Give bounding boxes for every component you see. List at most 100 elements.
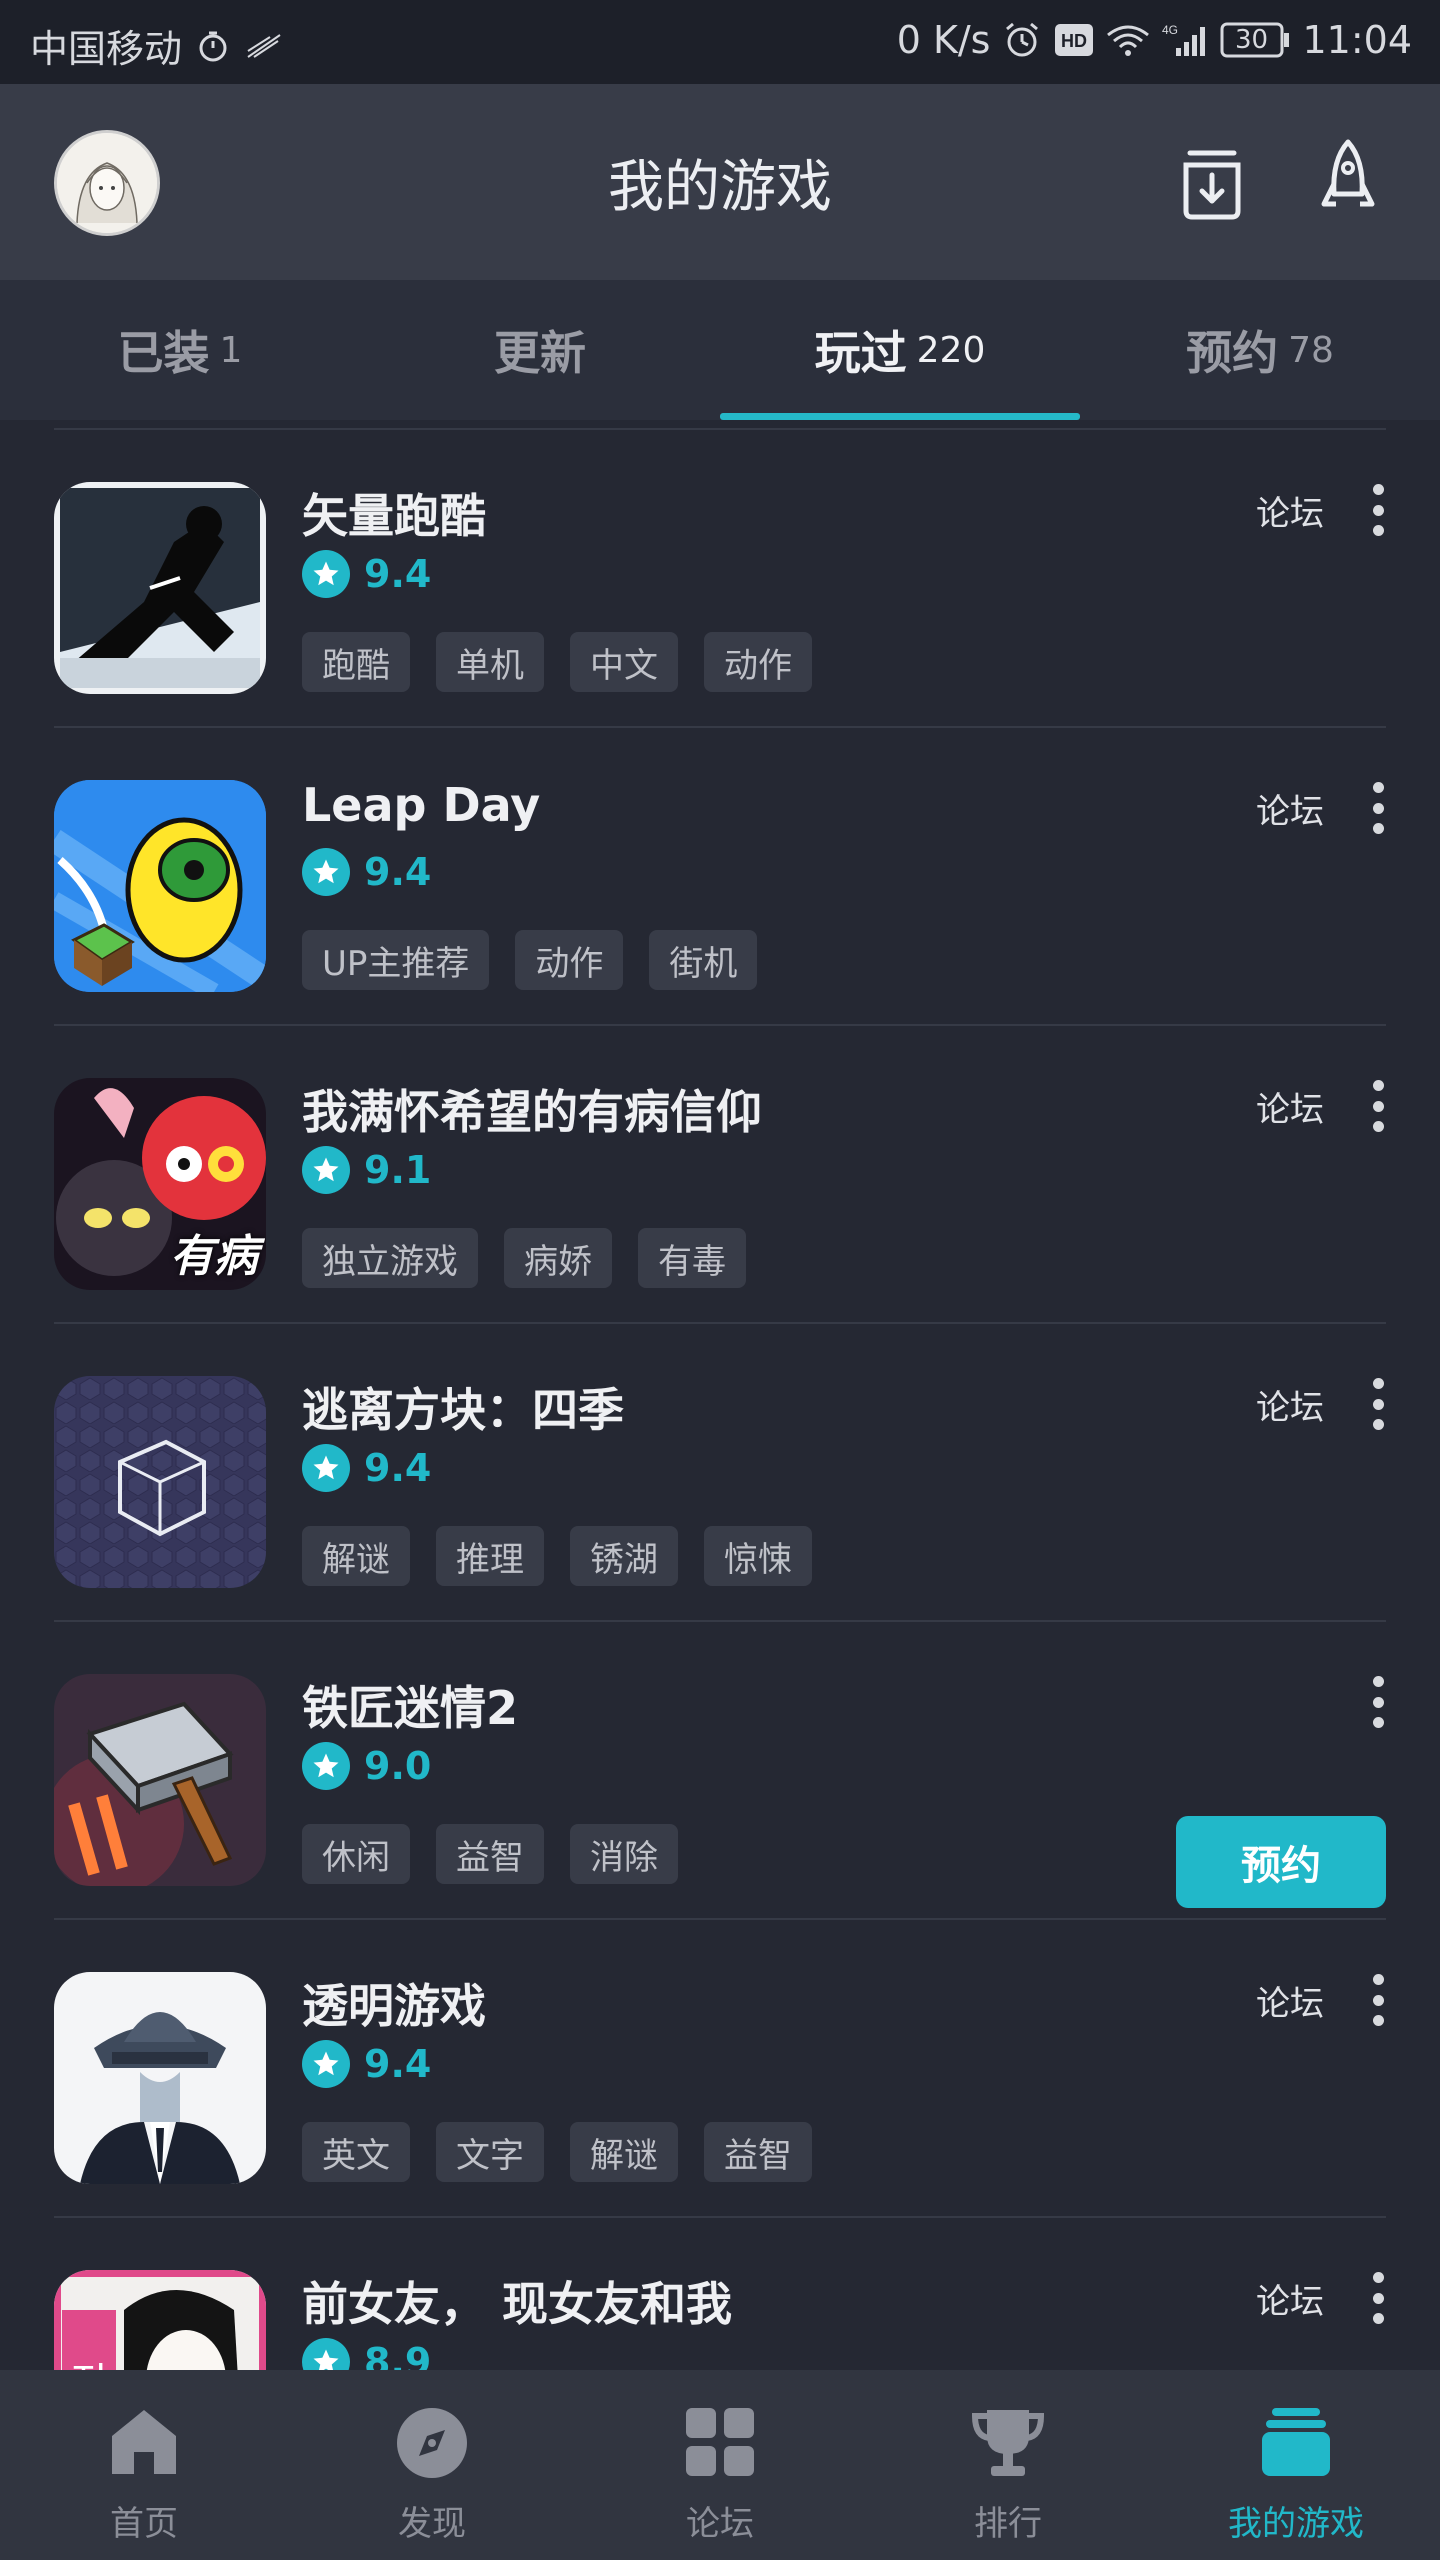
hd-icon: HD bbox=[1054, 20, 1094, 60]
forum-link[interactable]: 论坛 bbox=[1256, 1380, 1324, 1429]
game-tag[interactable]: 动作 bbox=[704, 632, 812, 692]
game-tag[interactable]: 动作 bbox=[515, 930, 624, 990]
tag-list: 跑酷 单机 中文 动作 bbox=[302, 632, 812, 692]
game-tag[interactable]: 惊悚 bbox=[704, 1526, 812, 1586]
nav-label: 我的游戏 bbox=[1228, 2504, 1364, 2544]
game-rating: 9.4 bbox=[302, 2040, 431, 2088]
tag-list: 英文 文字 解谜 益智 bbox=[302, 2122, 812, 2182]
game-tag[interactable]: 解谜 bbox=[302, 1526, 410, 1586]
game-tag[interactable]: 推理 bbox=[436, 1526, 544, 1586]
game-icon[interactable] bbox=[54, 1972, 266, 2184]
meteor-icon bbox=[244, 26, 284, 66]
game-tag[interactable]: 消除 bbox=[570, 1824, 678, 1884]
tab-reserved[interactable]: 预约 78 bbox=[1080, 280, 1440, 420]
download-manager-button[interactable] bbox=[1170, 136, 1254, 226]
game-tag[interactable]: 益智 bbox=[436, 1824, 544, 1884]
tab-played[interactable]: 玩过 220 bbox=[720, 280, 1080, 420]
tab-label: 预约 bbox=[1186, 326, 1279, 380]
tab-updates[interactable]: 更新 bbox=[360, 280, 720, 420]
tag-list: 解谜 推理 锈湖 惊悚 bbox=[302, 1526, 812, 1586]
divider bbox=[54, 428, 1386, 430]
game-icon[interactable] bbox=[54, 1674, 266, 1886]
nav-ranking[interactable]: 排行 bbox=[864, 2370, 1152, 2560]
game-tag[interactable]: 独立游戏 bbox=[302, 1228, 478, 1288]
game-icon[interactable] bbox=[54, 482, 266, 694]
game-rating: 9.4 bbox=[302, 550, 431, 598]
game-tag[interactable]: 中文 bbox=[570, 632, 678, 692]
game-list-item[interactable]: 逃离方块：四季 9.4 解谜 推理 锈湖 惊悚 论坛 bbox=[0, 1322, 1440, 1620]
more-options-icon[interactable] bbox=[1366, 2272, 1390, 2324]
nav-label: 首页 bbox=[110, 2504, 178, 2544]
rating-value: 9.4 bbox=[364, 552, 432, 596]
tab-bar: 已装 1 更新 玩过 220 预约 78 bbox=[0, 280, 1440, 420]
star-icon bbox=[302, 848, 350, 896]
more-options-icon[interactable] bbox=[1366, 782, 1390, 834]
game-tag[interactable]: 街机 bbox=[649, 930, 758, 990]
game-rating: 9.0 bbox=[302, 1742, 431, 1790]
app-header: 我的游戏 bbox=[0, 84, 1440, 280]
game-list: 矢量跑酷 9.4 跑酷 单机 中文 动作 论坛 Leap Day 9.4 UP主… bbox=[0, 420, 1440, 2370]
game-name: 矢量跑酷 bbox=[302, 489, 486, 543]
game-tag[interactable]: 解谜 bbox=[570, 2122, 678, 2182]
signal-icon: 4G bbox=[1162, 20, 1208, 60]
svg-text:4G: 4G bbox=[1162, 23, 1178, 37]
tab-count: 220 bbox=[916, 329, 986, 371]
forum-link[interactable]: 论坛 bbox=[1256, 1082, 1324, 1131]
game-tag[interactable]: UP主推荐 bbox=[302, 930, 490, 990]
game-tag[interactable]: 跑酷 bbox=[302, 632, 410, 692]
game-icon[interactable]: 有病 bbox=[54, 1078, 266, 1290]
net-speed-label: 0 K/s bbox=[896, 18, 991, 62]
more-options-icon[interactable] bbox=[1366, 1676, 1390, 1728]
game-list-item[interactable]: 有病 我满怀希望的有病信仰 9.1 独立游戏 病娇 有毒 论坛 bbox=[0, 1024, 1440, 1322]
nav-home[interactable]: 首页 bbox=[0, 2370, 288, 2560]
game-tag[interactable]: 休闲 bbox=[302, 1824, 410, 1884]
game-name: Leap Day bbox=[302, 778, 541, 832]
divider bbox=[54, 1024, 1386, 1026]
nav-forum[interactable]: 论坛 bbox=[576, 2370, 864, 2560]
tag-list: 休闲 益智 消除 bbox=[302, 1824, 678, 1884]
game-icon[interactable]: 전 bbox=[54, 2270, 266, 2370]
forum-link[interactable]: 论坛 bbox=[1256, 784, 1324, 833]
game-icon[interactable] bbox=[54, 1376, 266, 1588]
game-name: 逃离方块：四季 bbox=[302, 1383, 624, 1437]
game-list-item[interactable]: 铁匠迷情2 9.0 休闲 益智 消除 预约 bbox=[0, 1620, 1440, 1918]
game-list-item[interactable]: Leap Day 9.4 UP主推荐 动作 街机 论坛 bbox=[0, 726, 1440, 1024]
reserve-button[interactable]: 预约 bbox=[1176, 1816, 1386, 1908]
game-tag[interactable]: 病娇 bbox=[504, 1228, 612, 1288]
game-tag[interactable]: 有毒 bbox=[638, 1228, 746, 1288]
more-options-icon[interactable] bbox=[1366, 484, 1390, 536]
carrier-label: 中国移动 bbox=[30, 27, 183, 71]
game-list-item[interactable]: 矢量跑酷 9.4 跑酷 单机 中文 动作 论坛 bbox=[0, 428, 1440, 726]
more-options-icon[interactable] bbox=[1366, 1080, 1390, 1132]
game-list-item[interactable]: 전 前女友， 现女友和我 8.9 论坛 bbox=[0, 2216, 1440, 2370]
star-icon bbox=[302, 1146, 350, 1194]
game-icon[interactable] bbox=[54, 780, 266, 992]
status-bar: 中国移动 0 K/s HD 4G 30 11:04 bbox=[0, 0, 1440, 84]
svg-text:HD: HD bbox=[1061, 31, 1087, 51]
more-options-icon[interactable] bbox=[1366, 1378, 1390, 1430]
rating-value: 9.1 bbox=[364, 1148, 432, 1192]
speed-up-button[interactable] bbox=[1306, 136, 1390, 226]
forum-link[interactable]: 论坛 bbox=[1256, 1976, 1324, 2025]
tab-label: 已装 bbox=[117, 326, 210, 380]
game-tag[interactable]: 英文 bbox=[302, 2122, 410, 2182]
divider bbox=[54, 1918, 1386, 1920]
nav-discover[interactable]: 发现 bbox=[288, 2370, 576, 2560]
tab-installed[interactable]: 已装 1 bbox=[0, 280, 360, 420]
divider bbox=[54, 2216, 1386, 2218]
rating-value: 9.4 bbox=[364, 850, 432, 894]
nav-label: 发现 bbox=[398, 2504, 466, 2544]
game-tag[interactable]: 单机 bbox=[436, 632, 544, 692]
forum-link[interactable]: 论坛 bbox=[1256, 2274, 1324, 2323]
game-name: 前女友， 现女友和我 bbox=[302, 2277, 733, 2331]
tab-label: 更新 bbox=[494, 326, 586, 380]
game-list-item[interactable]: 透明游戏 9.4 英文 文字 解谜 益智 论坛 bbox=[0, 1918, 1440, 2216]
forum-link[interactable]: 论坛 bbox=[1256, 486, 1324, 535]
game-tag[interactable]: 锈湖 bbox=[570, 1526, 678, 1586]
game-name: 我满怀希望的有病信仰 bbox=[302, 1085, 762, 1139]
more-options-icon[interactable] bbox=[1366, 1974, 1390, 2026]
game-tag[interactable]: 益智 bbox=[704, 2122, 812, 2182]
battery-level: 30 bbox=[1234, 25, 1269, 55]
nav-my-games[interactable]: 我的游戏 bbox=[1152, 2370, 1440, 2560]
game-tag[interactable]: 文字 bbox=[436, 2122, 544, 2182]
